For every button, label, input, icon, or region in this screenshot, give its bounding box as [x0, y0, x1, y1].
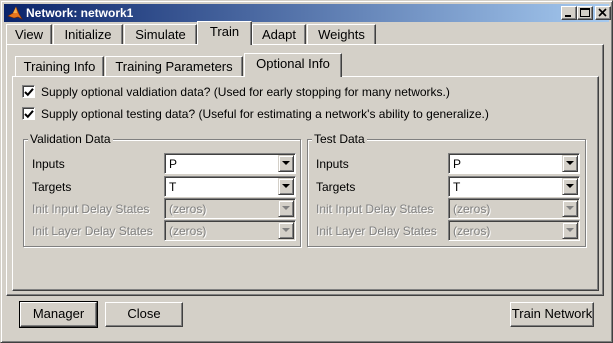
- test-inputs-label: Inputs: [316, 157, 349, 171]
- validation-init-layer-label: Init Layer Delay States: [32, 224, 153, 238]
- validation-data-title: Validation Data: [28, 132, 113, 146]
- chevron-down-icon: [282, 161, 290, 165]
- test-inputs-select[interactable]: P: [448, 153, 580, 174]
- dropdown-arrow: [562, 222, 578, 239]
- validation-inputs-select[interactable]: P: [164, 153, 296, 174]
- validation-init-input-label: Init Input Delay States: [32, 202, 150, 216]
- chevron-down-icon: [282, 184, 290, 188]
- dropdown-arrow[interactable]: [278, 178, 294, 195]
- dropdown-arrow[interactable]: [278, 155, 294, 172]
- chevron-down-icon: [566, 206, 574, 210]
- test-inputs-value: P: [453, 157, 462, 171]
- dropdown-arrow: [278, 222, 294, 239]
- chevron-down-icon: [282, 228, 290, 232]
- dropdown-arrow[interactable]: [562, 155, 578, 172]
- checkmark-icon: [24, 88, 34, 97]
- test-targets-label: Targets: [316, 180, 356, 194]
- validation-inputs-label: Inputs: [32, 157, 65, 171]
- checkmark-icon: [24, 110, 34, 119]
- dropdown-arrow: [278, 200, 294, 217]
- network-window: Network: network1 View Initialize Simula…: [0, 0, 613, 343]
- chevron-down-icon: [566, 228, 574, 232]
- validation-init-input-select: (zeros): [164, 198, 296, 219]
- validation-init-input-value: (zeros): [169, 202, 207, 216]
- testing-data-checkbox[interactable]: [22, 107, 35, 120]
- chevron-down-icon: [566, 161, 574, 165]
- testing-data-label: Supply optional testing data? (Useful fo…: [41, 107, 489, 121]
- test-init-layer-label: Init Layer Delay States: [316, 224, 437, 238]
- validation-targets-select[interactable]: T: [164, 176, 296, 197]
- test-init-input-value: (zeros): [453, 202, 491, 216]
- validation-data-label: Supply optional valdiation data? (Used f…: [41, 85, 450, 99]
- test-init-layer-value: (zeros): [453, 224, 491, 238]
- validation-inputs-value: P: [169, 157, 178, 171]
- test-init-layer-select: (zeros): [448, 220, 580, 241]
- chevron-down-icon: [282, 206, 290, 210]
- dropdown-arrow: [562, 200, 578, 217]
- dropdown-arrow[interactable]: [562, 178, 578, 195]
- validation-init-layer-select: (zeros): [164, 220, 296, 241]
- test-targets-select[interactable]: T: [448, 176, 580, 197]
- validation-data-checkbox[interactable]: [22, 85, 35, 98]
- validation-init-layer-value: (zeros): [169, 224, 207, 238]
- chevron-down-icon: [566, 184, 574, 188]
- optional-info-content: Supply optional valdiation data? (Used f…: [1, 1, 613, 343]
- validation-targets-label: Targets: [32, 180, 72, 194]
- test-targets-value: T: [453, 180, 461, 194]
- test-init-input-select: (zeros): [448, 198, 580, 219]
- test-data-title: Test Data: [312, 132, 367, 146]
- test-init-input-label: Init Input Delay States: [316, 202, 434, 216]
- validation-targets-value: T: [169, 180, 177, 194]
